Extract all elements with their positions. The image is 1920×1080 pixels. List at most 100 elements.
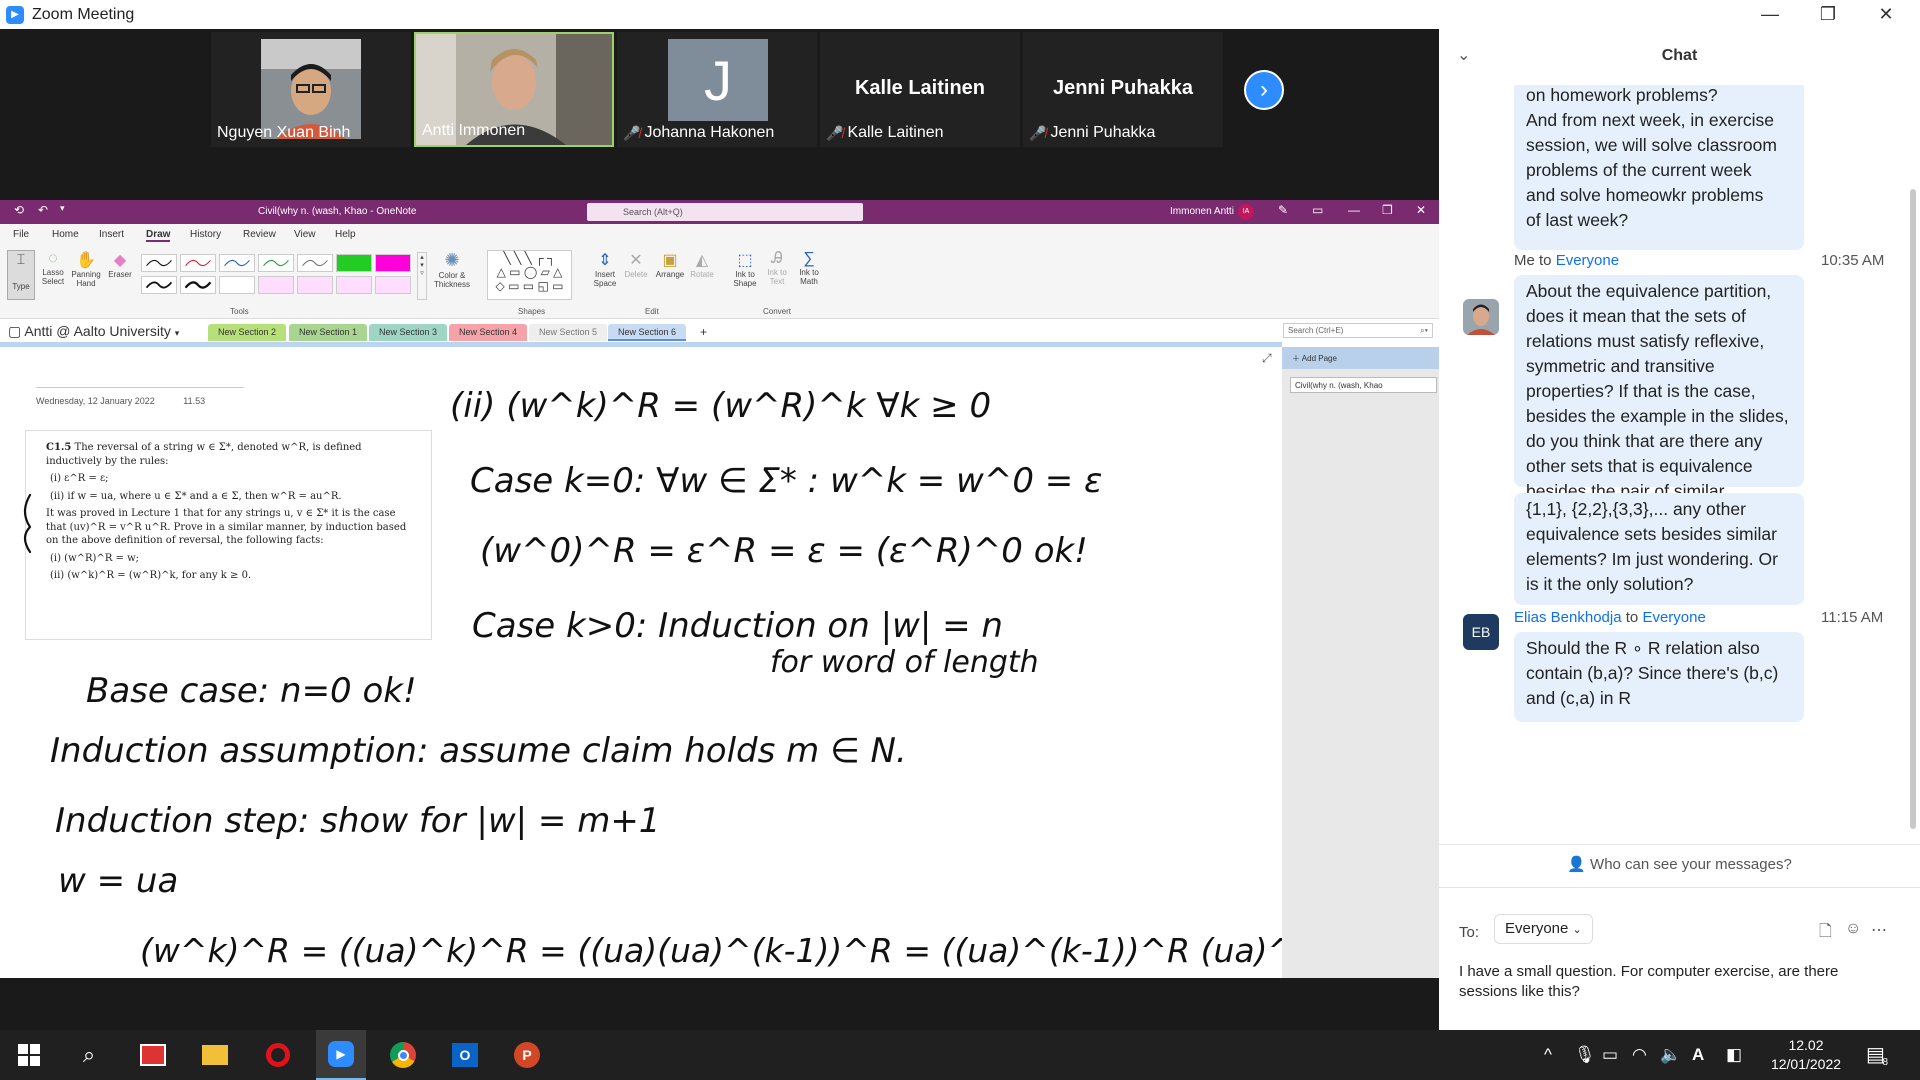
arrange-button[interactable]: ▣ Arrange bbox=[655, 250, 685, 279]
recipient-select[interactable]: Everyone ⌄ bbox=[1494, 914, 1593, 944]
battery-icon[interactable]: ▭ bbox=[1602, 1045, 1618, 1065]
microphone-icon[interactable]: 🎙 bbox=[1574, 1045, 1596, 1065]
menu-draw[interactable]: Draw bbox=[146, 229, 171, 242]
menu-insert[interactable]: Insert bbox=[99, 229, 124, 240]
section-tab-active[interactable]: New Section 6 bbox=[608, 324, 687, 341]
participant-tile-kalle[interactable]: Kalle Laitinen 🎤̸ Kalle Laitinen bbox=[820, 32, 1020, 147]
pen-red[interactable] bbox=[180, 254, 216, 272]
pen-empty-2[interactable] bbox=[258, 276, 294, 294]
emoji-icon[interactable]: ☺ bbox=[1845, 920, 1861, 938]
chevron-up-icon[interactable]: ^ bbox=[1544, 1045, 1552, 1065]
next-participants-button[interactable]: › bbox=[1244, 70, 1284, 110]
delete-button[interactable]: ✕ Delete bbox=[623, 250, 649, 279]
notification-button[interactable]: ▤ 8 bbox=[1866, 1042, 1896, 1068]
ink-to-shape-button[interactable]: ⬚ Ink to Shape bbox=[730, 250, 760, 288]
more-icon[interactable]: ⋯ bbox=[1871, 920, 1887, 940]
section-tab[interactable]: New Section 5 bbox=[529, 324, 608, 341]
participant-tile-nguyen[interactable]: Nguyen Xuan Binh bbox=[211, 32, 411, 147]
add-section-button[interactable]: + bbox=[690, 324, 718, 341]
pen-black-bold[interactable] bbox=[180, 276, 216, 294]
pen-blue[interactable] bbox=[219, 254, 255, 272]
color-thickness-button[interactable]: ✺ Color & Thickness bbox=[432, 250, 472, 289]
highlighter-green[interactable] bbox=[336, 254, 372, 272]
restore-button[interactable]: ❐ bbox=[1799, 0, 1857, 29]
back-icon[interactable]: ⟲ bbox=[14, 203, 24, 217]
shapes-gallery[interactable]: ╲ ╲ ╲ ┌ ┐ △ ▭ ◯ ▱ △ ◇ ▭ ▭ ◱ ▭ bbox=[487, 250, 572, 300]
lasso-select-tool[interactable]: ◌ Lasso Select bbox=[40, 250, 66, 286]
chat-scrollbar[interactable] bbox=[1910, 189, 1916, 829]
taskbar-app-explorer[interactable] bbox=[190, 1030, 240, 1080]
expand-icon[interactable]: ⤢ bbox=[1262, 351, 1272, 366]
pen-empty-1[interactable] bbox=[219, 276, 255, 294]
insert-space-button[interactable]: ⇕ Insert Space bbox=[590, 250, 620, 288]
onenote-menu-bar: File Home Insert Draw History Review Vie… bbox=[0, 224, 1439, 244]
participant-tile-jenni[interactable]: Jenni Puhakka 🎤̸ Jenni Puhakka bbox=[1023, 32, 1223, 147]
on-close-button[interactable]: ✕ bbox=[1416, 203, 1426, 217]
close-button[interactable]: ✕ bbox=[1857, 0, 1915, 29]
recipient-link[interactable]: Everyone bbox=[1556, 252, 1619, 269]
pen-green[interactable] bbox=[258, 254, 294, 272]
pen-black-thick[interactable] bbox=[141, 276, 177, 294]
panning-hand-tool[interactable]: ✋ Panning Hand bbox=[71, 250, 101, 288]
volume-icon[interactable]: 🔈 bbox=[1660, 1045, 1681, 1065]
user-avatar[interactable]: IA bbox=[1238, 204, 1254, 220]
rotate-button[interactable]: ◭ Rotate bbox=[688, 250, 716, 279]
note-canvas[interactable]: Wednesday, 12 January 2022 11.53 C1.5 Th… bbox=[0, 347, 1282, 978]
taskbar-app-outlook[interactable]: O bbox=[440, 1030, 490, 1080]
page-list-item[interactable]: Civil(why n. (wash, Khao bbox=[1290, 377, 1437, 393]
menu-history[interactable]: History bbox=[190, 229, 221, 240]
taskbar-app-zoom[interactable]: ▶ bbox=[316, 1030, 366, 1080]
taskbar-app-snip[interactable] bbox=[128, 1030, 178, 1080]
minimize-button[interactable]: — bbox=[1741, 0, 1799, 29]
search-button[interactable]: ⌕ bbox=[64, 1030, 114, 1080]
add-page-button[interactable]: ＋ Add Page bbox=[1282, 347, 1439, 369]
pen-black-thin[interactable] bbox=[141, 254, 177, 272]
on-minimize-button[interactable]: — bbox=[1348, 203, 1360, 217]
wifi-icon[interactable]: ◠ bbox=[1632, 1045, 1647, 1065]
pen-swatch-icon bbox=[224, 259, 250, 267]
participant-tile-antti[interactable]: Antti Immonen bbox=[414, 32, 614, 147]
sender-name[interactable]: Elias Benkhodja bbox=[1514, 609, 1622, 626]
start-button[interactable] bbox=[4, 1030, 54, 1080]
section-tab[interactable]: New Section 2 bbox=[208, 324, 287, 341]
menu-home[interactable]: Home bbox=[52, 229, 79, 240]
pen-empty-3[interactable] bbox=[297, 276, 333, 294]
section-tab[interactable]: New Section 1 bbox=[289, 324, 368, 341]
pen-gallery-scroll[interactable]: ▴ ▾ ▿ bbox=[417, 252, 427, 300]
type-tool[interactable]: ⌶ Type bbox=[7, 250, 35, 300]
menu-view[interactable]: View bbox=[294, 229, 316, 240]
section-tab[interactable]: New Section 3 bbox=[369, 324, 448, 341]
input-language[interactable]: A bbox=[1692, 1045, 1704, 1065]
zoom-icon: ▶ bbox=[328, 1041, 354, 1067]
clock-date: 12/01/2022 bbox=[1770, 1056, 1842, 1072]
shield-icon[interactable]: ◧ bbox=[1726, 1045, 1742, 1065]
ink-to-math-button[interactable]: ∑ Ink to Math bbox=[794, 250, 824, 286]
section-tab[interactable]: New Section 4 bbox=[449, 324, 528, 341]
pen-empty-5[interactable] bbox=[375, 276, 411, 294]
taskbar-app-opera[interactable] bbox=[253, 1030, 303, 1080]
taskbar-app-powerpoint[interactable]: P bbox=[502, 1030, 552, 1080]
ink-to-text-button[interactable]: Ꭿ Ink to Text bbox=[762, 250, 792, 286]
menu-review[interactable]: Review bbox=[243, 229, 276, 240]
recipient-link[interactable]: Everyone bbox=[1642, 609, 1705, 626]
file-icon[interactable]: 🗋 bbox=[1819, 920, 1832, 947]
participant-tile-johanna[interactable]: J 🎤̸ Johanna Hakonen bbox=[617, 32, 817, 147]
customize-icon[interactable]: ▾ bbox=[60, 203, 65, 214]
menu-help[interactable]: Help bbox=[335, 229, 356, 240]
pen-empty-4[interactable] bbox=[336, 276, 372, 294]
ribbon-display-icon[interactable]: ▭ bbox=[1312, 203, 1323, 217]
menu-file[interactable]: File bbox=[13, 229, 29, 240]
page-search-input[interactable]: Search (Ctrl+E) ⌕▾ bbox=[1283, 323, 1433, 338]
clock[interactable]: 12.02 12/01/2022 bbox=[1768, 1036, 1844, 1074]
on-restore-button[interactable]: ❐ bbox=[1382, 203, 1393, 217]
onenote-search-box[interactable]: Search (Alt+Q) bbox=[587, 203, 863, 221]
notebook-picker[interactable]: ▢ Antti @ Aalto University ▾ bbox=[8, 323, 179, 340]
pen-gray[interactable] bbox=[297, 254, 333, 272]
taskbar-app-chrome[interactable] bbox=[378, 1030, 428, 1080]
pen-icon[interactable]: ✎ bbox=[1278, 203, 1288, 217]
eraser-tool[interactable]: ◆ Eraser bbox=[106, 250, 134, 279]
undo-icon[interactable]: ↶ bbox=[38, 203, 48, 217]
who-can-see-link[interactable]: 👤 Who can see your messages? bbox=[1439, 844, 1920, 884]
chat-message-input[interactable]: I have a small question. For computer ex… bbox=[1459, 962, 1899, 1002]
highlighter-magenta[interactable] bbox=[375, 254, 411, 272]
